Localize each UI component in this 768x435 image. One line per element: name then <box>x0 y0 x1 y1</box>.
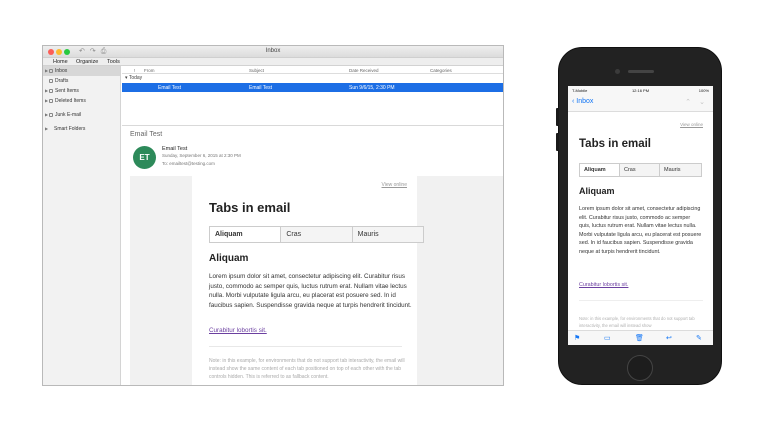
message-date: Sunday, September 6, 2015 at 2:30 PM <box>162 153 241 158</box>
window-titlebar: ↶↷⎙ Inbox <box>43 46 503 58</box>
list-header: ! From Subject Date Received Categories <box>122 66 503 74</box>
earpiece-speaker <box>628 70 654 73</box>
body-link[interactable]: Curabitur lobortis sit. <box>209 327 267 334</box>
column-subject[interactable]: Subject <box>249 68 264 73</box>
email-title: Tabs in email <box>209 200 291 215</box>
sidebar-item-drafts[interactable]: Drafts <box>43 76 120 86</box>
back-label: Inbox <box>576 98 594 105</box>
attachment-column-icon[interactable]: ! <box>134 68 135 73</box>
tab-body-text: Lorem ipsum dolor sit amet, consectetur … <box>209 273 412 309</box>
tab-aliquam[interactable]: Aliquam <box>580 164 620 176</box>
disclosure-arrow-icon[interactable]: ▶ <box>45 86 48 96</box>
trash-icon[interactable]: 🗑 <box>635 334 644 342</box>
list-group-header[interactable]: ▾ Today <box>125 75 142 81</box>
sidebar-item-sent[interactable]: ▶ Sent Items <box>43 86 120 96</box>
sidebar-item-smart-folders[interactable]: ▶ Smart Folders <box>43 124 120 134</box>
sidebar-item-label: Sent Items <box>55 88 79 94</box>
view-online-link[interactable]: View online <box>680 122 703 127</box>
battery-level: 100% <box>698 88 709 93</box>
message-subject: Email Test <box>130 131 163 138</box>
group-label: Today <box>128 75 143 81</box>
sidebar-item-junk[interactable]: ▶ Junk E-mail <box>43 110 120 120</box>
email-tabs: Aliquam Cras Mauris <box>579 163 702 177</box>
clock: 12:16 PM <box>631 88 650 93</box>
sent-icon <box>49 89 53 93</box>
view-online-link[interactable]: View online <box>382 182 407 188</box>
column-from[interactable]: From <box>144 68 155 73</box>
disclosure-arrow-icon[interactable]: ▶ <box>45 96 48 106</box>
volume-up-button <box>556 108 559 126</box>
ribbon-tab-home[interactable]: Home <box>53 59 68 65</box>
reading-pane: Email Test ET Email Test Sunday, Septemb… <box>122 125 503 385</box>
tab-mauris[interactable]: Mauris <box>352 227 423 242</box>
status-bar: T-Mobile 12:16 PM 100% <box>568 86 713 95</box>
recipient-line: To: emailtest@testing.com <box>162 161 215 166</box>
iphone-frame: T-Mobile 12:16 PM 100% ‹ Inbox ⌃ ⌄ View … <box>556 47 722 385</box>
row-subject: Email Test <box>249 85 272 91</box>
compose-icon[interactable]: ✎ <box>696 334 702 342</box>
folder-icon[interactable]: ▭ <box>604 334 611 342</box>
flag-icon[interactable]: ⚑ <box>574 334 580 342</box>
reply-icon[interactable]: ↩ <box>666 334 672 342</box>
row-from: Email Test <box>158 85 181 91</box>
front-camera <box>615 69 620 74</box>
mail-toolbar: ⚑ ▭ 🗑 ↩ ✎ <box>568 330 713 345</box>
tab-section-heading: Aliquam <box>209 253 249 264</box>
previous-message-icon[interactable]: ⌃ <box>685 98 691 106</box>
avatar: ET <box>133 146 156 169</box>
inbox-icon <box>49 69 53 73</box>
sidebar-item-label: Inbox <box>55 68 68 74</box>
next-message-icon[interactable]: ⌄ <box>699 98 705 106</box>
tab-section-heading: Aliquam <box>579 186 615 196</box>
drafts-icon <box>49 79 53 83</box>
sender-name[interactable]: Email Test <box>162 146 187 152</box>
column-categories[interactable]: Categories <box>430 68 452 73</box>
tab-mauris[interactable]: Mauris <box>660 164 701 176</box>
folder-sidebar: ▶ Inbox Drafts ▶ Sent Items ▶ Deleted It… <box>43 66 121 385</box>
trash-icon <box>49 99 53 103</box>
tab-cras[interactable]: Cras <box>620 164 660 176</box>
body-link[interactable]: Curabitur lobortis sit. <box>579 282 628 288</box>
divider <box>579 300 703 301</box>
row-date: Sun 9/6/15, 2:30 PM <box>349 85 395 91</box>
sidebar-item-deleted[interactable]: ▶ Deleted Items <box>43 96 120 106</box>
ribbon-tab-organize[interactable]: Organize <box>76 59 98 65</box>
table-row[interactable]: Email Test Email Test Sun 9/6/15, 2:30 P… <box>122 83 503 92</box>
fallback-note: Note: in this example, for environments … <box>209 358 405 380</box>
disclosure-arrow-icon[interactable]: ▶ <box>45 124 48 134</box>
ribbon-tab-tools[interactable]: Tools <box>107 59 120 65</box>
back-to-inbox-button[interactable]: ‹ Inbox <box>572 98 593 105</box>
ribbon-tabs: Home Organize Tools <box>43 58 503 66</box>
disclosure-arrow-icon[interactable]: ▶ <box>45 66 48 76</box>
email-tabs: Aliquam Cras Mauris <box>209 226 424 243</box>
tab-aliquam[interactable]: Aliquam <box>210 227 282 242</box>
tab-cras[interactable]: Cras <box>281 227 353 242</box>
column-date[interactable]: Date Received <box>349 68 379 73</box>
email-title: Tabs in email <box>579 138 652 150</box>
sidebar-item-label: Deleted Items <box>55 98 86 104</box>
chevron-left-icon: ‹ <box>572 98 575 105</box>
home-button[interactable] <box>627 355 653 381</box>
phone-screen: T-Mobile 12:16 PM 100% ‹ Inbox ⌃ ⌄ View … <box>568 86 713 345</box>
disclosure-arrow-icon[interactable]: ▶ <box>45 110 48 120</box>
junk-icon <box>49 113 53 117</box>
window-title: Inbox <box>265 48 281 54</box>
sidebar-item-label: Junk E-mail <box>55 112 82 118</box>
sidebar-item-inbox[interactable]: ▶ Inbox <box>43 66 120 76</box>
volume-down-button <box>556 133 559 151</box>
email-body-card: View online Tabs in email Aliquam Cras M… <box>192 176 424 385</box>
mail-nav-bar: ‹ Inbox ⌃ ⌄ <box>568 95 713 112</box>
tab-body-text: Lorem ipsum dolor sit amet, consectetur … <box>579 206 702 255</box>
group-chevron-down-icon: ▾ <box>125 75 128 81</box>
message-list: ! From Subject Date Received Categories … <box>122 66 503 122</box>
sidebar-item-label: Smart Folders <box>54 126 86 132</box>
sidebar-item-label: Drafts <box>55 78 69 84</box>
fallback-note: Note: in this example, for environments … <box>579 316 695 328</box>
outlook-window: ↶↷⎙ Inbox Home Organize Tools ▶ Inbox Dr… <box>42 45 504 386</box>
divider <box>209 346 402 347</box>
